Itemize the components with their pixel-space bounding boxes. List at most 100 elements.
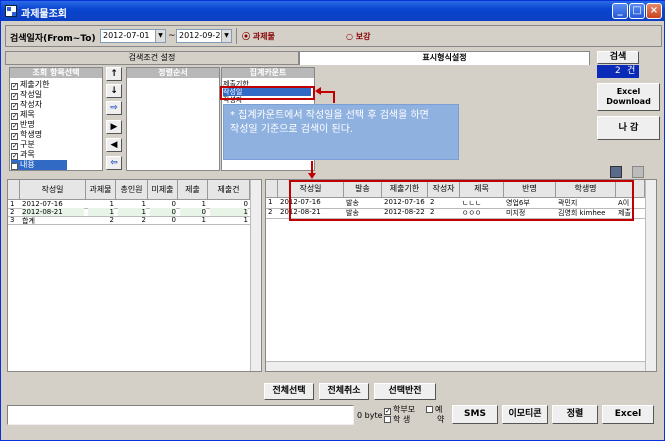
- row-number: 1: [10, 200, 15, 208]
- select-all-button[interactable]: 전체선택: [264, 383, 314, 400]
- close-icon[interactable]: ×: [646, 3, 662, 19]
- scrollbar-vertical[interactable]: [250, 180, 261, 371]
- search-button[interactable]: 검색: [597, 51, 639, 64]
- query-item[interactable]: ✓ 작성자: [11, 100, 99, 110]
- query-item-label: 작성일: [20, 90, 43, 99]
- sms-button[interactable]: SMS: [452, 405, 498, 424]
- row-header-corner: [8, 180, 20, 200]
- student-checkbox[interactable]: 학 생: [384, 414, 410, 425]
- row-number: 3: [10, 216, 15, 224]
- query-item[interactable]: ✓ 제목: [11, 110, 99, 120]
- row-header-corner: [266, 180, 278, 198]
- query-items-panel: 조회 항목선택 ✓ 제출기한 ✓ 작성일 ✓ 작성자 ✓ 제목 ✓ 반명 ✓ 학생명 ✓ 구분 ✓ 과목 ✓ 내용: [9, 67, 103, 171]
- result-count-value: 2: [615, 66, 621, 76]
- result-count-unit: 건: [627, 66, 636, 76]
- table-cell[interactable]: 0: [210, 200, 248, 208]
- query-item-label: 내용: [20, 160, 35, 169]
- check-icon: ✓: [11, 112, 18, 120]
- query-item[interactable]: ✓ 내용: [11, 160, 67, 170]
- query-item[interactable]: ✓ 작성일: [11, 90, 99, 100]
- check-icon: ✓: [11, 82, 18, 90]
- table-cell[interactable]: 2012-07-16: [22, 200, 84, 208]
- radio-makeup[interactable]: ○ 보강: [346, 31, 371, 42]
- table-cell[interactable]: 1: [180, 216, 206, 224]
- reserve-checkbox-label: 예: [435, 405, 443, 414]
- query-item-label: 제출기한: [20, 80, 50, 89]
- radio-assignment[interactable]: ⦿ 과제물: [242, 31, 275, 42]
- table-cell[interactable]: 0: [150, 200, 176, 208]
- table-cell[interactable]: 합계: [22, 216, 84, 224]
- query-item-label: 반명: [20, 120, 35, 129]
- check-icon: ✓: [11, 102, 18, 110]
- table-cell[interactable]: 1: [118, 200, 146, 208]
- tab-bar: 검색조건 설정 표시형식설정: [5, 51, 590, 65]
- column-header: 제출: [178, 180, 208, 200]
- app-icon: [5, 5, 17, 17]
- annotation-note: * 집계카운트에서 작성일을 선택 후 검색을 하면 작성일 기준으로 검색이 …: [223, 104, 459, 160]
- query-item[interactable]: ✓ 구분: [11, 140, 99, 150]
- invert-selection-button[interactable]: 선택반전: [374, 383, 436, 400]
- query-item[interactable]: ✓ 제출기한: [11, 80, 99, 90]
- emoticon-button[interactable]: 이모티콘: [502, 405, 548, 424]
- table-cell[interactable]: 1: [210, 208, 248, 216]
- exit-button[interactable]: 나 감: [597, 116, 660, 140]
- result-count: 2 건: [597, 65, 639, 78]
- table-cell[interactable]: 1: [180, 200, 206, 208]
- from-date-value: 2012-07-01: [103, 31, 150, 40]
- check-icon: ✓: [11, 152, 18, 160]
- table-cell[interactable]: 1: [210, 216, 248, 224]
- excel-download-button[interactable]: Excel Download: [597, 83, 660, 111]
- highlight-box-results: [289, 180, 634, 221]
- excel-button[interactable]: Excel: [602, 405, 654, 424]
- chevron-down-icon[interactable]: ▼: [155, 30, 165, 42]
- from-date-select[interactable]: 2012-07-01 ▼: [100, 29, 166, 43]
- check-icon: ✓: [11, 142, 18, 150]
- query-item[interactable]: ✓ 과목: [11, 150, 99, 160]
- chevron-down-icon[interactable]: ▼: [221, 30, 231, 42]
- query-item[interactable]: ✓ 학생명: [11, 130, 99, 140]
- column-header: 과제물: [86, 180, 116, 200]
- move-left-icon[interactable]: ⇦: [106, 156, 122, 170]
- arrow-up-icon[interactable]: ↑: [106, 67, 122, 81]
- scrollbar-vertical[interactable]: [645, 180, 656, 371]
- table-cell[interactable]: 2: [118, 216, 146, 224]
- query-item-label: 학생명: [20, 130, 43, 139]
- table-cell[interactable]: 2012-08-21: [22, 208, 84, 216]
- byte-count: 0 byte: [357, 411, 383, 420]
- scrollbar-horizontal[interactable]: [266, 361, 645, 371]
- tab-display[interactable]: 표시형식설정: [299, 51, 590, 65]
- check-icon: ✓: [11, 132, 18, 140]
- table-cell[interactable]: 0: [150, 208, 176, 216]
- minimize-icon[interactable]: _: [612, 3, 628, 19]
- table-cell[interactable]: 1: [88, 208, 114, 216]
- message-input[interactable]: [7, 405, 354, 425]
- arrow-right-icon[interactable]: ▶: [106, 120, 122, 134]
- to-date-select[interactable]: 2012-09-27 ▼: [176, 29, 232, 43]
- table-cell[interactable]: 0: [150, 216, 176, 224]
- radio-assignment-label: 과제물: [252, 32, 275, 41]
- reserve-checkbox-label-2: 약: [437, 415, 445, 424]
- export-icon[interactable]: [632, 166, 644, 178]
- parent-checkbox-label: 학부모: [393, 405, 416, 414]
- move-right-icon[interactable]: ⇨: [106, 101, 122, 115]
- sort-button[interactable]: 정렬: [552, 405, 598, 424]
- arrow-down-icon[interactable]: ↓: [106, 84, 122, 98]
- radio-makeup-label: 보강: [355, 32, 371, 41]
- title-bar[interactable]: 과제물조회 _ □ ×: [1, 1, 665, 21]
- table-cell[interactable]: 1: [88, 200, 114, 208]
- settings-icon[interactable]: [610, 166, 622, 178]
- highlight-box-selected: [220, 86, 315, 100]
- table-cell[interactable]: 0: [180, 208, 206, 216]
- table-cell[interactable]: 1: [118, 208, 146, 216]
- clear-all-button[interactable]: 전체취소: [319, 383, 369, 400]
- search-bar: 검색일자(From~To) 2012-07-01 ▼ ~ 2012-09-27 ▼ …: [5, 25, 662, 47]
- table-cell[interactable]: 2: [88, 216, 114, 224]
- query-item[interactable]: ✓ 반명: [11, 120, 99, 130]
- maximize-icon[interactable]: □: [629, 3, 645, 19]
- row-number: 2: [10, 208, 15, 216]
- pointer-line: [333, 91, 335, 103]
- query-item-label: 구분: [20, 140, 35, 149]
- check-icon: ✓: [11, 92, 18, 100]
- tab-criteria[interactable]: 검색조건 설정: [5, 51, 299, 65]
- arrow-left-icon[interactable]: ◀: [106, 138, 122, 152]
